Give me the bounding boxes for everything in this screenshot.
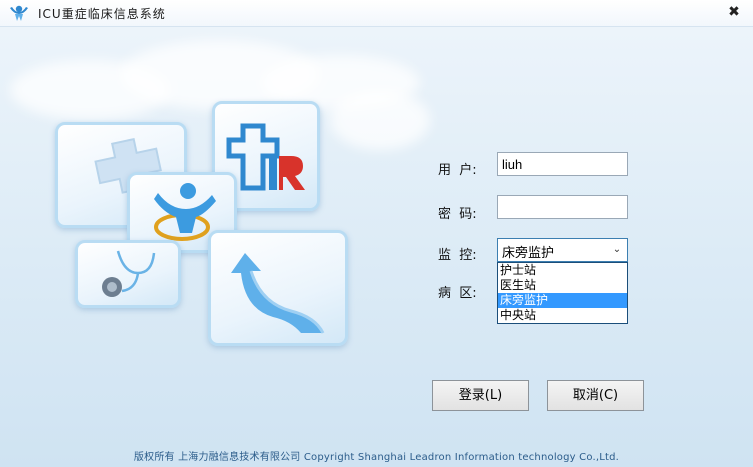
monitor-option[interactable]: 医生站 xyxy=(498,278,627,293)
cancel-button[interactable]: 取消(C) xyxy=(547,380,644,411)
password-input[interactable] xyxy=(497,195,628,219)
close-icon[interactable]: ✖ xyxy=(725,3,743,21)
monitor-option[interactable]: 护士站 xyxy=(498,263,627,278)
copyright-footer: 版权所有 上海力融信息技术有限公司 Copyright Shanghai Lea… xyxy=(133,452,620,463)
app-logo-icon xyxy=(10,5,28,21)
stethoscope-tile xyxy=(75,240,181,308)
stethoscope-icon xyxy=(102,250,156,297)
title-bar: ICU重症临床信息系统 ✖ xyxy=(0,0,753,27)
login-window: ICU重症临床信息系统 ✖ 用 户: liuh 密 码: 监 控: 床旁监护 ⌄… xyxy=(0,0,753,467)
login-button[interactable]: 登录(L) xyxy=(432,380,529,411)
chevron-down-icon[interactable]: ⌄ xyxy=(610,242,624,258)
user-label: 用 户: xyxy=(438,163,477,178)
ward-label: 病 区: xyxy=(438,286,477,301)
monitor-dropdown-list: 护士站 医生站 床旁监护 中央站 xyxy=(497,262,628,324)
cloud-decoration xyxy=(330,90,430,150)
monitor-select[interactable]: 床旁监护 ⌄ xyxy=(497,238,628,262)
username-input[interactable] xyxy=(497,152,628,176)
monitor-option-selected[interactable]: 床旁监护 xyxy=(498,293,627,308)
monitor-label: 监 控: xyxy=(438,248,477,263)
arrow-tile xyxy=(208,230,348,346)
arrow-up-icon xyxy=(231,253,325,334)
monitor-select-value: 床旁监护 xyxy=(502,246,555,261)
password-label: 密 码: xyxy=(438,207,477,222)
window-title: ICU重症临床信息系统 xyxy=(38,7,166,21)
monitor-option[interactable]: 中央站 xyxy=(498,308,627,323)
